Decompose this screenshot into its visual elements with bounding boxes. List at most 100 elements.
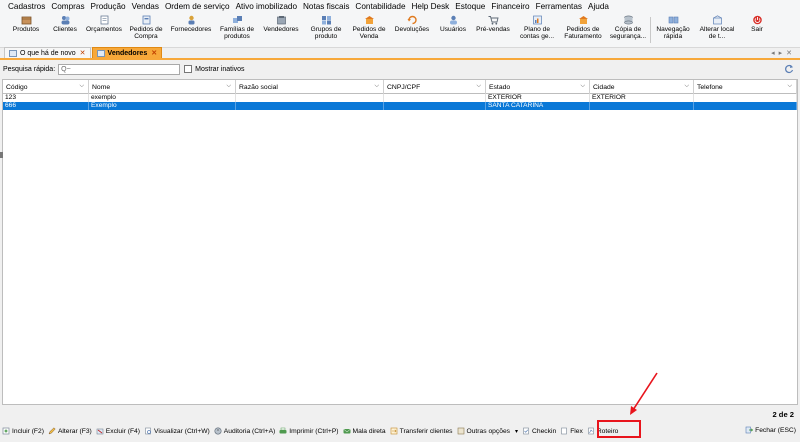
annotation-arrow-icon (630, 372, 658, 415)
refresh-icon[interactable] (784, 64, 794, 74)
column-header-razao-social[interactable]: Razão social ⌵ (236, 80, 384, 94)
cell-razao-social[interactable] (236, 102, 384, 110)
column-header-estado[interactable]: Estado ⌵ (486, 80, 590, 94)
menu-ajuda[interactable]: Ajuda (588, 2, 609, 11)
cell-telefone[interactable] (694, 94, 797, 102)
excluir-button[interactable]: Excluir (F4) (96, 427, 140, 435)
cell-cnpj-cpf[interactable] (384, 102, 486, 110)
menu-bar: Cadastros Compras Produção Vendas Ordem … (0, 0, 800, 13)
menu-compras[interactable]: Compras (51, 2, 84, 11)
table-row[interactable]: 123 exemplo EXTERIOR EXTERIOR (3, 94, 797, 102)
toolbar-sair-button[interactable]: Sair (739, 13, 775, 47)
search-row: Pesquisa rápida: Q~ Mostrar inativos (0, 62, 800, 76)
mala-direta-button[interactable]: Mala direta (342, 427, 386, 435)
chevron-down-icon[interactable]: ⌵ (684, 83, 689, 90)
cell-cidade[interactable] (590, 102, 694, 110)
menu-ordem-servico[interactable]: Ordem de serviço (165, 2, 230, 11)
toolbar-fornecedores-button[interactable]: Fornecedores (166, 13, 216, 47)
chevron-down-icon[interactable]: ⌵ (580, 83, 585, 90)
alterar-button[interactable]: Alterar (F3) (48, 427, 92, 435)
toolbar-clientes-button[interactable]: Clientes (48, 13, 82, 47)
checkbox-box[interactable] (184, 65, 193, 73)
column-header-nome[interactable]: Nome ⌵ (89, 80, 236, 94)
toolbar-navegacao-rapida-button[interactable]: Navegação rápida (651, 13, 695, 47)
grid-header: Código ⌵ Nome ⌵ Razão social ⌵ CNPJ/CPF ⌵ Es… (3, 80, 797, 94)
menu-producao[interactable]: Produção (91, 2, 126, 11)
toolbar-alterar-local-button[interactable]: Alterar local de t... (695, 13, 739, 47)
toolbar-vendedores-button[interactable]: Vendedores (258, 13, 304, 47)
tab-vendedores[interactable]: Vendedores ✕ (91, 47, 163, 58)
toolbar-usuarios-button[interactable]: Usuários (434, 13, 472, 47)
imprimir-button[interactable]: Imprimir (Ctrl+P) (279, 427, 339, 435)
auditoria-button[interactable]: Auditoria (Ctrl+A) (214, 427, 275, 435)
cell-codigo[interactable]: 123 (3, 94, 89, 102)
document-tabs: O que há de novo ✕ Vendedores ✕ ◂▸✕ (0, 47, 800, 60)
toolbar-orcamentos-button[interactable]: Orçamentos (82, 13, 126, 47)
column-header-cidade[interactable]: Cidade ⌵ (590, 80, 694, 94)
transfer-icon (390, 427, 397, 435)
toolbar-plano-contas-button[interactable]: Plano de contas ge... (514, 13, 560, 47)
menu-ferramentas[interactable]: Ferramentas (536, 2, 582, 11)
toolbar-pedidos-faturamento-button[interactable]: Pedidos de Faturamento (560, 13, 606, 47)
tab-o-que-ha-de-novo[interactable]: O que há de novo ✕ (4, 47, 91, 58)
menu-financeiro[interactable]: Financeiro (491, 2, 529, 11)
cell-estado[interactable]: SANTA CATARINA (486, 102, 590, 110)
menu-help-desk[interactable]: Help Desk (412, 2, 450, 11)
menu-cadastros[interactable]: Cadastros (8, 2, 45, 11)
table-row-selected[interactable]: 666 Exemplo SANTA CATARINA (3, 102, 797, 110)
record-counter: 2 de 2 (772, 410, 794, 419)
cell-estado[interactable]: EXTERIOR (486, 94, 590, 102)
column-header-cnpj-cpf[interactable]: CNPJ/CPF ⌵ (384, 80, 486, 94)
visualizar-button[interactable]: Visualizar (Ctrl+W) (144, 427, 210, 435)
chevron-down-icon[interactable]: ⌵ (79, 83, 84, 90)
cell-razao-social[interactable] (236, 94, 384, 102)
toolbar-pre-vendas-button[interactable]: Pré-vendas (472, 13, 514, 47)
incluir-button[interactable]: Incluir (F2) (2, 427, 44, 435)
column-header-telefone[interactable]: Telefone ⌵ (694, 80, 797, 94)
action-bar: Incluir (F2) Alterar (F3) Excluir (F4) V… (0, 424, 800, 438)
roteiro-highlight-box (597, 420, 641, 438)
checkin-button[interactable]: Checkin (522, 427, 556, 435)
chevron-down-icon[interactable]: ⌵ (476, 83, 481, 90)
transferir-clientes-button[interactable]: Transferir clientes (390, 427, 453, 435)
toolbar-produtos-button[interactable]: Produtos (4, 13, 48, 47)
toolbar-pedidos-compra-button[interactable]: Pedidos de Compra (126, 13, 166, 47)
menu-ativo-imobilizado[interactable]: Ativo imobilizado (236, 2, 297, 11)
column-header-codigo[interactable]: Código ⌵ (3, 80, 89, 94)
chevron-down-icon[interactable]: ▾ (515, 428, 518, 435)
close-icon[interactable]: ✕ (151, 49, 157, 57)
outras-opcoes-button[interactable]: Outras opções ▾ (457, 427, 518, 435)
cell-telefone[interactable] (694, 102, 797, 110)
view-icon (145, 427, 151, 435)
add-icon (2, 427, 10, 435)
toolbar-devolucoes-button[interactable]: Devoluções (390, 13, 434, 47)
menu-vendas[interactable]: Vendas (132, 2, 159, 11)
fechar-button[interactable]: Fechar (ESC) (745, 426, 796, 434)
product-group-icon (320, 14, 332, 25)
tab-scroll-arrows[interactable]: ◂▸✕ (771, 49, 796, 57)
close-icon[interactable]: ✕ (80, 49, 86, 57)
search-input[interactable]: Q~ (58, 63, 181, 75)
menu-estoque[interactable]: Estoque (455, 2, 485, 11)
chevron-down-icon[interactable]: ⌵ (787, 83, 792, 90)
print-icon (279, 427, 287, 434)
side-panel-handle[interactable] (0, 152, 3, 158)
cell-nome[interactable]: exemplo (89, 94, 236, 102)
flex-button[interactable]: Flex (560, 427, 583, 435)
show-inactive-checkbox[interactable]: Mostrar inativos (184, 65, 245, 73)
chevron-down-icon[interactable]: ⌵ (226, 83, 231, 90)
toolbar-grupos-produto-button[interactable]: Grupos de produto (304, 13, 348, 47)
cell-cidade[interactable]: EXTERIOR (590, 94, 694, 102)
audit-icon (214, 427, 222, 435)
menu-contabilidade[interactable]: Contabilidade (355, 2, 405, 11)
cell-cnpj-cpf[interactable] (384, 94, 486, 102)
sales-order-icon (363, 14, 375, 25)
toolbar-copia-seguranca-button[interactable]: Cópia de segurança... (606, 13, 650, 47)
toolbar-familias-produtos-button[interactable]: Famílias de produtos (216, 13, 258, 47)
mail-icon (342, 428, 351, 434)
cell-nome[interactable]: Exemplo (89, 102, 236, 110)
cell-codigo[interactable]: 666 (3, 102, 89, 110)
toolbar-pedidos-venda-button[interactable]: Pedidos de Venda (348, 13, 390, 47)
menu-notas-fiscais[interactable]: Notas fiscais (303, 2, 349, 11)
chevron-down-icon[interactable]: ⌵ (374, 83, 379, 90)
